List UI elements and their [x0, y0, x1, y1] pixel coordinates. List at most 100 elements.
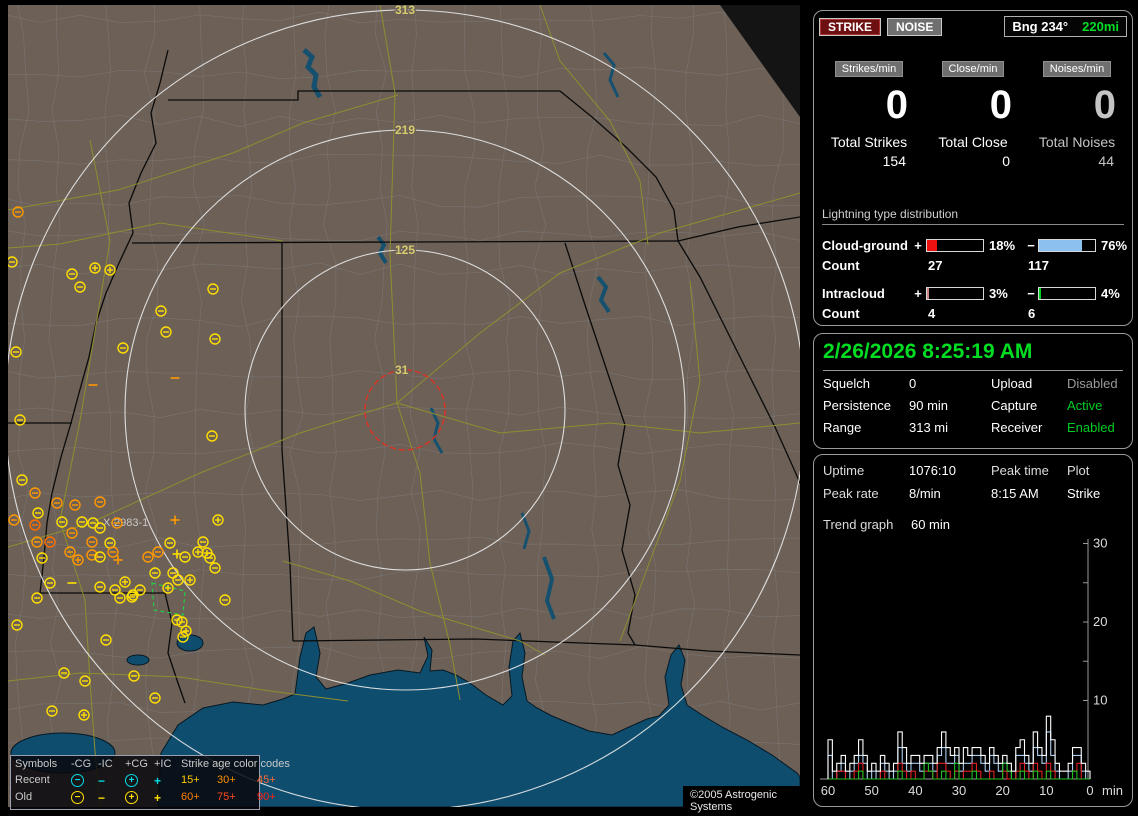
cg-pos-old-icon: +	[125, 791, 154, 804]
trend-x-tick: 40	[908, 783, 922, 798]
legend-header-cg-neg: -CG	[71, 759, 98, 770]
total-strikes-value: 154	[820, 153, 918, 169]
receiver-status: Enabled	[1067, 420, 1126, 435]
intracloud-label: Intracloud	[822, 286, 910, 301]
ic-pos-old-icon: +	[154, 792, 181, 804]
plus-sign: +	[910, 238, 926, 253]
trend-x-tick: 60	[821, 783, 835, 798]
ic-plus-pct: 3%	[984, 286, 1024, 301]
age-45: 45+	[257, 775, 290, 786]
ring-label-219: 219	[395, 123, 415, 137]
legend-header-symbols: Symbols	[15, 759, 71, 770]
trend-x-unit: min	[1102, 783, 1123, 798]
cg-plus-bar	[926, 239, 984, 252]
noises-per-min-value: 0	[1028, 83, 1126, 127]
squelch-label: Squelch	[823, 376, 909, 391]
rate-counters: Strikes/min 0 Total Strikes 154 Close/mi…	[820, 61, 1126, 169]
persistence-value: 90 min	[909, 398, 991, 413]
total-close-label: Total Close	[924, 134, 1022, 150]
trend-y-tick: 30	[1093, 536, 1107, 551]
trend-x-tick: 50	[864, 783, 878, 798]
noise-mode-button[interactable]: NOISE	[887, 18, 942, 36]
ic-neg-recent-icon: −	[98, 775, 125, 787]
map-canvas[interactable]: 313 219 125 31 X-2983-1	[8, 5, 800, 807]
capture-status: Active	[1067, 398, 1126, 413]
ring-label-313: 313	[395, 5, 415, 17]
ring-label-31: 31	[395, 363, 409, 377]
minus-sign: −	[1024, 286, 1038, 301]
total-close-value: 0	[924, 153, 1022, 169]
trend-y-tick: 10	[1093, 693, 1107, 708]
ic-plus-count: 4	[928, 306, 1028, 321]
strikes-per-min-value: 0	[820, 83, 918, 127]
legend-header-cg-pos: +CG	[125, 759, 154, 770]
ic-neg-old-icon: −	[98, 792, 125, 804]
strikes-per-min-chip: Strikes/min	[835, 61, 903, 77]
distribution-title: Lightning type distribution	[822, 207, 1124, 225]
bearing-value: Bng 234°	[1012, 19, 1068, 34]
ic-plus-bar	[926, 287, 984, 300]
strikes-counter-column: Strikes/min 0 Total Strikes 154	[820, 61, 918, 169]
lightning-map[interactable]: 313 219 125 31 X-2983-1 Symbols -CG -IC +CG …	[8, 5, 800, 807]
cg-minus-bar	[1038, 239, 1096, 252]
statistics-panel: Uptime 1076:10 Peak time Plot Peak rate …	[813, 454, 1133, 807]
close-per-min-value: 0	[924, 83, 1022, 127]
ring-label-125: 125	[395, 243, 415, 257]
close-counter-column: Close/min 0 Total Close 0	[924, 61, 1022, 169]
ic-minus-bar	[1038, 287, 1096, 300]
ic-minus-pct: 4%	[1096, 286, 1124, 301]
close-per-min-chip: Close/min	[942, 61, 1005, 77]
map-legend: Symbols -CG -IC +CG +IC Strike age color…	[10, 755, 260, 810]
mode-toolbar: STRIKE NOISE Bng 234° 220mi	[819, 16, 1127, 37]
total-strikes-label: Total Strikes	[820, 134, 918, 150]
trend-graph: 1020306050403020100min	[814, 455, 1130, 804]
age-75: 75+	[217, 792, 257, 803]
intracloud-row: Intracloud + 3% − 4%	[822, 283, 1124, 303]
persistence-label: Persistence	[823, 398, 909, 413]
lightning-distribution: Lightning type distribution Cloud-ground…	[822, 207, 1124, 331]
cg-plus-pct: 18%	[984, 238, 1024, 253]
storm-cell-label: X-2983-1	[103, 517, 148, 529]
age-30: 30+	[217, 775, 257, 786]
legend-header-ic-pos: +IC	[154, 759, 181, 770]
legend-row-old-label: Old	[15, 792, 71, 803]
legend-header-ages: Strike age color codes	[181, 759, 290, 770]
trend-x-tick: 10	[1039, 783, 1053, 798]
datetime-display: 2/26/2026 8:25:19 AM	[823, 340, 1123, 371]
minus-sign: −	[1024, 238, 1038, 253]
trend-x-tick: 20	[995, 783, 1009, 798]
ic-minus-count: 6	[1028, 306, 1124, 321]
intracloud-count-row: Count 4 6	[822, 303, 1124, 323]
cg-neg-old-icon: −	[71, 791, 98, 804]
trend-x-tick: 0	[1086, 783, 1093, 798]
cloud-ground-row: Cloud-ground + 18% − 76%	[822, 235, 1124, 255]
range-value: 313 mi	[909, 420, 991, 435]
ic-pos-recent-icon: +	[154, 775, 181, 787]
squelch-value: 0	[909, 376, 991, 391]
cg-pos-recent-icon: +	[125, 774, 154, 787]
age-90: 90+	[257, 792, 290, 803]
total-noises-value: 44	[1028, 153, 1126, 169]
cloud-ground-count-row: Count 27 117	[822, 255, 1124, 275]
capture-label: Capture	[991, 398, 1067, 413]
range-label: Range	[823, 420, 909, 435]
noises-per-min-chip: Noises/min	[1043, 61, 1111, 77]
count-label: Count	[822, 306, 910, 321]
trend-y-tick: 20	[1093, 614, 1107, 629]
cg-neg-recent-icon: −	[71, 774, 98, 787]
noises-counter-column: Noises/min 0 Total Noises 44	[1028, 61, 1126, 169]
plus-sign: +	[910, 286, 926, 301]
status-grid: Squelch 0 Upload Disabled Persistence 90…	[823, 376, 1126, 435]
receiver-label: Receiver	[991, 420, 1067, 435]
cg-plus-count: 27	[928, 258, 1028, 273]
legend-row-recent-label: Recent	[15, 775, 71, 786]
count-label: Count	[822, 258, 910, 273]
upload-status: Disabled	[1067, 376, 1126, 391]
total-noises-label: Total Noises	[1028, 134, 1126, 150]
cg-minus-pct: 76%	[1096, 238, 1127, 253]
legend-header-ic-neg: -IC	[98, 759, 125, 770]
strike-counters-panel: STRIKE NOISE Bng 234° 220mi Strikes/min 0…	[813, 10, 1133, 326]
bearing-distance: 220mi	[1082, 19, 1119, 34]
age-60: 60+	[181, 792, 217, 803]
strike-mode-button[interactable]: STRIKE	[819, 18, 881, 36]
